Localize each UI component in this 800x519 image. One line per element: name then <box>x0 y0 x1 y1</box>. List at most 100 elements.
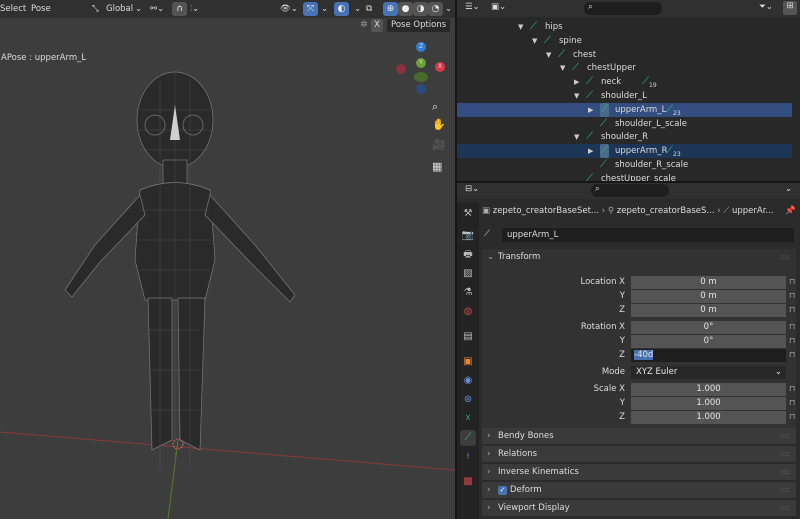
location-field[interactable]: 0 m <box>631 304 786 317</box>
new-collection-icon[interactable]: ⊞ <box>783 1 797 15</box>
gizmo-neg-y[interactable] <box>414 72 428 82</box>
chevron-down-icon[interactable]: ⌄ <box>321 2 328 16</box>
lock-icon[interactable]: ⊓ <box>789 277 795 286</box>
lock-icon[interactable]: ⊓ <box>789 291 795 300</box>
view-layer-tab-icon[interactable]: ▨ <box>460 266 476 282</box>
camera-icon[interactable]: 🎥 <box>432 138 446 151</box>
x-mirror-toggle[interactable]: X <box>371 19 383 32</box>
pivot-link-icon[interactable]: ⚯⌄ <box>150 2 164 16</box>
expand-down-icon[interactable]: ▼ <box>532 34 537 48</box>
scale-field[interactable]: 1.000 <box>631 397 786 410</box>
drag-grip[interactable]: :::: <box>781 464 790 480</box>
outliner-label[interactable]: shoulder_R <box>601 130 648 144</box>
physics-tab-icon[interactable]: ⊛ <box>460 392 476 408</box>
filter-icon[interactable]: ⏷⌄ <box>759 2 773 12</box>
outliner-row[interactable]: ▼ ⟋ chest <box>457 48 792 62</box>
overlays-toggle-icon[interactable]: ◐ <box>334 2 349 16</box>
properties-editor[interactable]: ⊟⌄ ⌕ ⌄ ⚒ 📷 🖶 ▨ ⚗ ◍ ▤ ▣ ◉ ⊛ ☓ ⟋ ⟊ ▩ ▣ zep… <box>457 183 800 519</box>
object-tab-icon[interactable]: ▣ <box>460 354 476 370</box>
xray-toggle-icon[interactable]: ⧉ <box>366 2 372 16</box>
bone-name-field[interactable]: upperArm_L <box>502 228 794 242</box>
bone-mirror-icon[interactable]: ✲ <box>360 20 368 30</box>
shading-material-icon[interactable]: ◑ <box>413 2 428 16</box>
outliner-label[interactable]: chest <box>573 48 596 62</box>
chevron-down-icon[interactable]: ⌄ <box>445 2 452 16</box>
lock-icon[interactable]: ⊓ <box>789 336 795 345</box>
gizmo-toggle-icon[interactable]: ⤧ <box>303 2 318 16</box>
options-chevron[interactable]: ⌄ <box>785 184 792 194</box>
editor-type-icon[interactable]: ⊟⌄ <box>465 184 479 194</box>
gizmo-z[interactable]: Z <box>416 42 426 52</box>
outliner-row[interactable]: ▶ ⟋ neck ⟋19 <box>457 75 792 89</box>
expand-down-icon[interactable]: ▼ <box>560 61 565 75</box>
expand-down-icon[interactable]: ▼ <box>574 89 579 103</box>
outliner-label[interactable]: shoulder_L_scale <box>615 117 687 131</box>
outliner-label[interactable]: upperArm_L <box>615 103 666 117</box>
drag-grip[interactable]: :::: <box>781 428 790 444</box>
outliner-row[interactable]: ▼ ⟋ shoulder_R <box>457 130 792 144</box>
panel-relations[interactable]: › Relations:::: <box>482 446 796 462</box>
outliner-row[interactable]: ▼ ⟋ spine <box>457 34 792 48</box>
armature-data-tab-icon[interactable]: ☓ <box>460 411 476 427</box>
outliner-label[interactable]: hips <box>545 20 563 34</box>
panel-deform[interactable]: › ✓ Deform:::: <box>482 482 796 498</box>
render-tab-icon[interactable]: 📷 <box>460 228 476 244</box>
drag-grip[interactable]: :::: <box>781 446 790 462</box>
expand-down-icon[interactable]: ▼ <box>574 130 579 144</box>
snap-magnet-icon[interactable]: ∩ <box>172 2 187 16</box>
texture-tab-icon[interactable]: ▩ <box>460 474 476 490</box>
outliner-row[interactable]: ▼ ⟋ shoulder_L <box>457 89 792 103</box>
outliner-label[interactable]: chestUpper <box>587 61 636 75</box>
outliner-row[interactable]: ⟋ chestUpper_scale <box>457 172 792 181</box>
outliner-row[interactable]: ▶ ⟋ upperArm_R ⟋23 <box>457 144 792 159</box>
bone-constraint-tab-icon[interactable]: ⟊ <box>460 449 476 465</box>
outliner-row[interactable]: ▼ ⟋ hips <box>457 20 792 34</box>
display-mode-icon[interactable]: ☰⌄ <box>465 2 480 12</box>
transform-panel-header[interactable]: ⌄ Transform:::: <box>482 249 796 265</box>
outliner-row[interactable]: ▶ ⟋ upperArm_L ⟋23 <box>457 102 792 117</box>
panel-inverse-kinematics[interactable]: › Inverse Kinematics:::: <box>482 464 796 480</box>
scale-field[interactable]: 1.000 <box>631 383 786 396</box>
location-field[interactable]: 0 m <box>631 290 786 303</box>
pin-icon[interactable]: 📌 <box>785 203 796 219</box>
chevron-down-icon[interactable]: ⌄ <box>354 2 361 16</box>
expand-down-icon[interactable]: ▼ <box>518 20 523 34</box>
outliner-label[interactable]: shoulder_L <box>601 89 647 103</box>
scene-tab-icon[interactable]: ⚗ <box>460 285 476 301</box>
shading-wireframe-icon[interactable]: ⊕ <box>383 2 398 16</box>
outliner-label[interactable]: shoulder_R_scale <box>615 158 688 172</box>
pan-hand-icon[interactable]: ✋ <box>432 118 446 131</box>
pose-options-dropdown[interactable]: Pose Options <box>387 19 450 32</box>
gizmo-x[interactable]: X <box>435 62 445 72</box>
outliner-label[interactable]: upperArm_R <box>615 144 668 158</box>
modifier-tab-icon[interactable]: ◉ <box>460 373 476 389</box>
drag-grip[interactable]: :::: <box>781 500 790 516</box>
rotation-field[interactable]: 0° <box>631 321 786 334</box>
outliner-row[interactable]: ⟋ shoulder_L_scale <box>457 117 792 131</box>
drag-grip[interactable]: :::: <box>781 482 790 498</box>
rotation-field[interactable]: 0° <box>631 335 786 348</box>
expand-right-icon[interactable]: ▶ <box>588 103 593 117</box>
outliner-row[interactable]: ⟋ shoulder_R_scale <box>457 158 792 172</box>
output-tab-icon[interactable]: 🖶 <box>460 247 476 263</box>
outliner-label[interactable]: neck <box>601 75 621 89</box>
lock-icon[interactable]: ⊓ <box>789 384 795 393</box>
menu-select[interactable]: Select <box>0 2 26 16</box>
gizmo-neg-z[interactable] <box>416 84 426 94</box>
rotation-z-field[interactable]: -40d <box>631 349 786 362</box>
lock-icon[interactable]: ⊓ <box>789 398 795 407</box>
outliner-row[interactable]: ▼ ⟋ chestUpper <box>457 61 792 75</box>
outliner-label[interactable]: spine <box>559 34 582 48</box>
bone-tab-icon[interactable]: ⟋ <box>460 430 476 446</box>
menu-pose[interactable]: Pose <box>31 2 51 16</box>
shading-rendered-icon[interactable]: ◔ <box>428 2 443 16</box>
tool-tab-icon[interactable]: ⚒ <box>460 206 476 222</box>
panel-bendy-bones[interactable]: › Bendy Bones:::: <box>482 428 796 444</box>
search-input[interactable]: ⌕ <box>591 184 669 197</box>
outliner[interactable]: ☰⌄ ▣⌄ ⌕ ⏷⌄ ⊞ ▼ ⟋ hips ▼ ⟋ spine ▼ ⟋ chest ▼ ⟋ chest… <box>457 0 800 181</box>
deform-checkbox[interactable]: ✓ <box>498 486 507 495</box>
gizmo-neg-x[interactable] <box>396 64 406 74</box>
location-field[interactable]: 0 m <box>631 276 786 289</box>
lock-icon[interactable]: ⊓ <box>789 322 795 331</box>
lock-icon[interactable]: ⊓ <box>789 412 795 421</box>
